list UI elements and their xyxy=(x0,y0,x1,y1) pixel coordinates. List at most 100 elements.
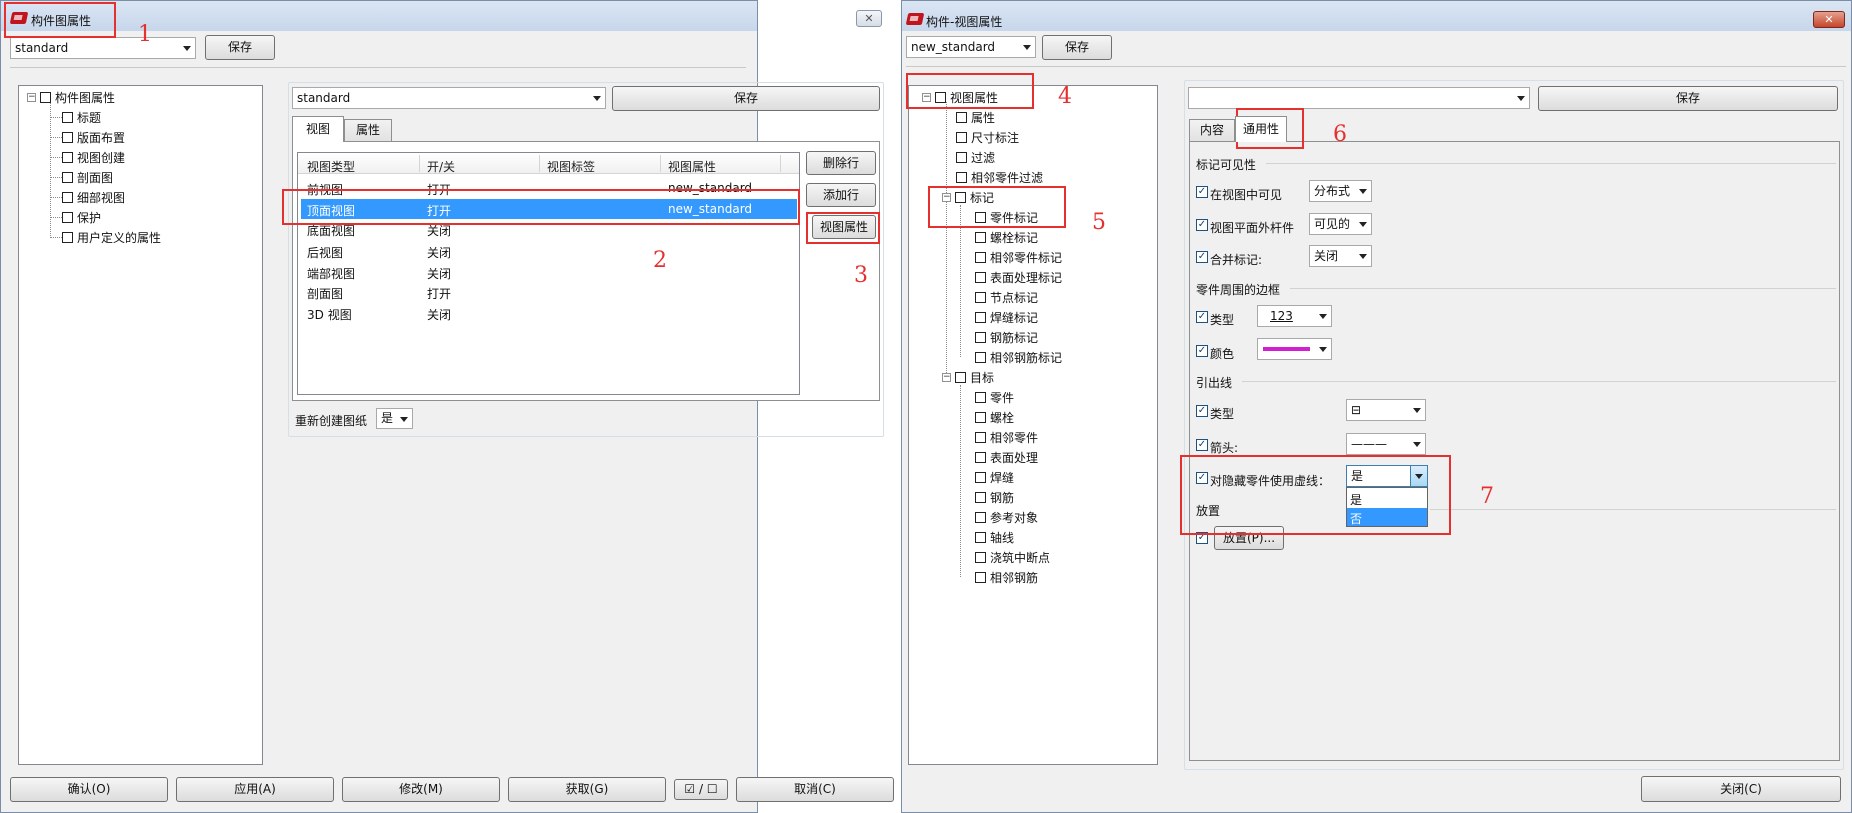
tree-item-protect[interactable]: 保护 xyxy=(62,209,101,225)
recreate-drawing-select[interactable]: 是 xyxy=(376,408,413,429)
tree-item-filter[interactable]: 过滤 xyxy=(956,149,995,165)
tree-item-surface-mark[interactable]: 表面处理标记 xyxy=(975,269,1062,285)
arrow-checkbox[interactable]: ✓ xyxy=(1196,439,1208,451)
checkbox-icon[interactable] xyxy=(62,111,73,123)
border-type-select[interactable]: 123 xyxy=(1257,305,1332,327)
checkbox-icon[interactable] xyxy=(956,151,967,163)
get-button[interactable]: 获取(G) xyxy=(508,777,666,802)
checkbox-icon[interactable] xyxy=(62,211,73,223)
checkbox-icon[interactable] xyxy=(62,151,73,163)
border-color-select[interactable] xyxy=(1257,338,1332,360)
right-top-save-button[interactable]: 保存 xyxy=(1042,35,1112,60)
tree-item-pour-break[interactable]: 浇筑中断点 xyxy=(975,549,1050,565)
checkbox-icon[interactable] xyxy=(975,351,986,363)
tree-item-rebar-mark[interactable]: 钢筋标记 xyxy=(975,329,1038,345)
tree-item-title[interactable]: 标题 xyxy=(62,109,101,125)
table-row[interactable]: 3D 视图 xyxy=(307,306,352,323)
table-cell-onoff[interactable]: 关闭 xyxy=(427,265,451,282)
checkbox-icon[interactable] xyxy=(62,231,73,243)
checkbox-icon[interactable] xyxy=(40,91,51,103)
checkbox-icon[interactable] xyxy=(62,171,73,183)
checkbox-icon[interactable] xyxy=(955,371,966,383)
checkbox-icon[interactable] xyxy=(975,531,986,543)
left-inner-combo[interactable]: standard xyxy=(292,87,606,109)
tab-view[interactable]: 视图 xyxy=(292,116,344,142)
border-type-checkbox[interactable]: ✓ xyxy=(1196,311,1208,323)
delete-row-button[interactable]: 删除行 xyxy=(806,151,876,175)
checkbox-icon[interactable] xyxy=(956,171,967,183)
tab-properties[interactable]: 属性 xyxy=(344,119,392,142)
checkbox-icon[interactable] xyxy=(975,431,986,443)
tree-item-section[interactable]: 剖面图 xyxy=(62,169,113,185)
left-close-icon[interactable]: ✕ xyxy=(856,10,882,27)
table-cell-onoff[interactable]: 关闭 xyxy=(427,244,451,261)
visible-in-view-checkbox[interactable]: ✓ xyxy=(1196,186,1208,198)
checkbox-icon[interactable] xyxy=(975,391,986,403)
tree-item-bolt-mark[interactable]: 螺栓标记 xyxy=(975,229,1038,245)
checkbox-icon[interactable] xyxy=(975,291,986,303)
collapse-icon[interactable]: − xyxy=(942,372,951,382)
arrow-select[interactable]: ——— xyxy=(1346,433,1426,455)
checkbox-icon[interactable] xyxy=(62,191,73,203)
right-inner-combo[interactable] xyxy=(1188,87,1530,109)
table-cell-onoff[interactable]: 打开 xyxy=(427,285,451,302)
left-top-save-button[interactable]: 保存 xyxy=(205,35,275,60)
ok-button[interactable]: 确认(O) xyxy=(10,777,168,802)
right-inner-save-button[interactable]: 保存 xyxy=(1538,86,1838,111)
checkbox-icon[interactable] xyxy=(975,491,986,503)
checkbox-icon[interactable] xyxy=(975,231,986,243)
checkbox-icon[interactable] xyxy=(956,131,967,143)
leader-type-select[interactable]: ⊟ xyxy=(1346,399,1426,421)
checkbox-icon[interactable] xyxy=(62,131,73,143)
checkbox-icon[interactable] xyxy=(975,251,986,263)
table-row[interactable]: 剖面图 xyxy=(307,285,343,302)
tree-item-neighbor-filter[interactable]: 相邻零件过滤 xyxy=(956,169,1043,185)
table-row[interactable]: 后视图 xyxy=(307,244,343,261)
column-header-view-type[interactable]: 视图类型 xyxy=(307,158,355,175)
checkbox-icon[interactable] xyxy=(975,331,986,343)
tree-item-weld-mark[interactable]: 焊缝标记 xyxy=(975,309,1038,325)
tree-item-grid[interactable]: 轴线 xyxy=(975,529,1014,545)
tree-item-rebar[interactable]: 钢筋 xyxy=(975,489,1014,505)
tree-item-udf[interactable]: 用户定义的属性 xyxy=(62,229,161,245)
checkbox-icon[interactable] xyxy=(975,511,986,523)
tree-root-item[interactable]: − 构件图属性 xyxy=(27,89,115,105)
cancel-button[interactable]: 取消(C) xyxy=(736,777,894,802)
table-row[interactable]: 端部视图 xyxy=(307,265,355,282)
left-top-combo[interactable]: standard xyxy=(10,37,196,59)
tree-item-bolt[interactable]: 螺栓 xyxy=(975,409,1014,425)
column-header-view-attr[interactable]: 视图属性 xyxy=(668,158,716,175)
tree-item-surface[interactable]: 表面处理 xyxy=(975,449,1038,465)
checkbox-icon[interactable] xyxy=(975,471,986,483)
close-button[interactable]: 关闭(C) xyxy=(1641,776,1841,802)
left-inner-save-button[interactable]: 保存 xyxy=(612,86,880,111)
tree-item-neighbor-rebar-mark[interactable]: 相邻钢筋标记 xyxy=(975,349,1062,365)
checkbox-icon[interactable] xyxy=(975,411,986,423)
table-cell-onoff[interactable]: 关闭 xyxy=(427,306,451,323)
tab-content[interactable]: 内容 xyxy=(1189,119,1235,142)
outside-plane-checkbox[interactable]: ✓ xyxy=(1196,219,1208,231)
add-row-button[interactable]: 添加行 xyxy=(806,183,876,207)
tab-general[interactable]: 通用性 xyxy=(1235,116,1287,142)
leader-type-checkbox[interactable]: ✓ xyxy=(1196,405,1208,417)
checkbox-icon[interactable] xyxy=(956,111,967,123)
outside-plane-select[interactable]: 可见的 xyxy=(1309,213,1372,235)
column-header-view-label[interactable]: 视图标签 xyxy=(547,158,595,175)
right-top-combo[interactable]: new_standard xyxy=(906,36,1036,58)
visible-in-view-select[interactable]: 分布式 xyxy=(1309,180,1372,202)
toggle-all-button[interactable]: ☑ / ☐ xyxy=(674,779,728,800)
tree-item-view-creation[interactable]: 视图创建 xyxy=(62,149,125,165)
apply-button[interactable]: 应用(A) xyxy=(176,777,334,802)
tree-item-attr[interactable]: 属性 xyxy=(956,109,995,125)
tree-item-neighbor-part-mark[interactable]: 相邻零件标记 xyxy=(975,249,1062,265)
column-header-onoff[interactable]: 开/关 xyxy=(427,158,455,175)
tree-item-dimension[interactable]: 尺寸标注 xyxy=(956,129,1019,145)
tree-item-detail[interactable]: 细部视图 xyxy=(62,189,125,205)
tree-item-neighbor-rebar[interactable]: 相邻钢筋 xyxy=(975,569,1038,585)
checkbox-icon[interactable] xyxy=(975,271,986,283)
tree-group-objects[interactable]: − 目标 xyxy=(942,369,994,385)
merge-marks-checkbox[interactable]: ✓ xyxy=(1196,251,1208,263)
tree-item-layout[interactable]: 版面布置 xyxy=(62,129,125,145)
merge-marks-select[interactable]: 关闭 xyxy=(1309,245,1372,267)
tree-item-weld[interactable]: 焊缝 xyxy=(975,469,1014,485)
